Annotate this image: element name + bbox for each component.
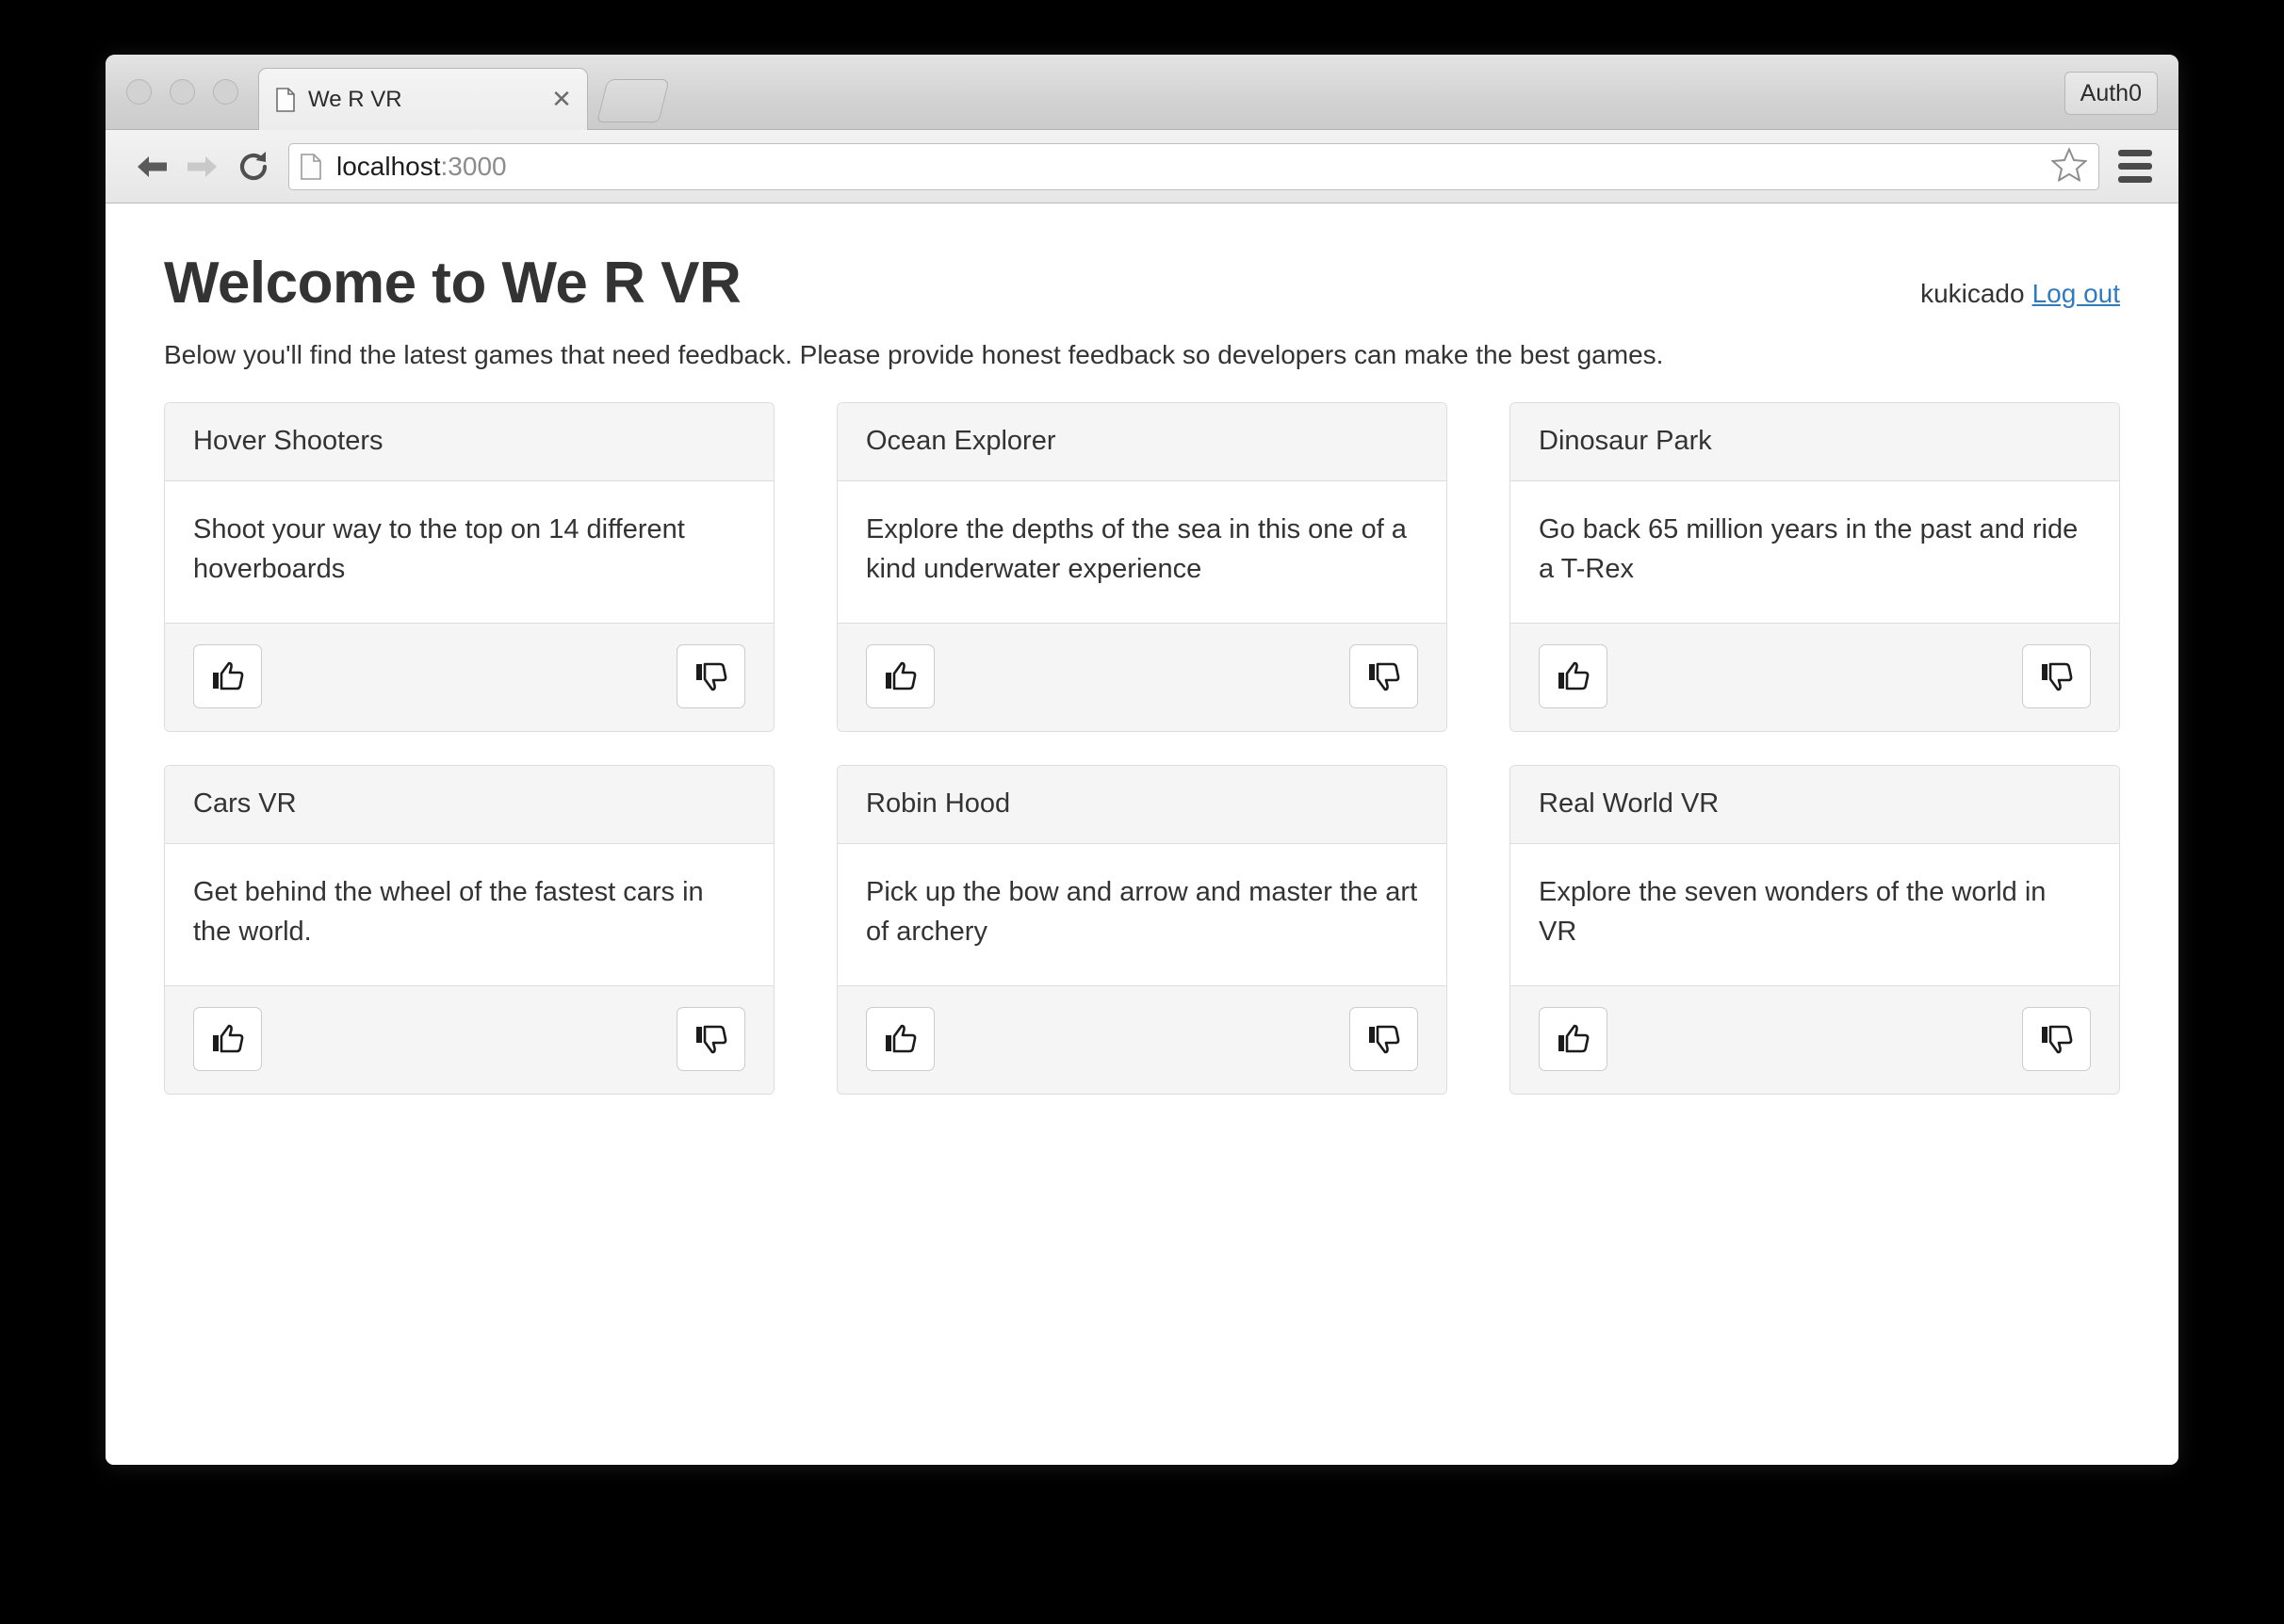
username-label: kukicado <box>1920 279 2025 308</box>
game-card-description: Explore the seven wonders of the world i… <box>1510 844 2119 986</box>
game-card-footer <box>838 623 1446 732</box>
auth0-extension-label: Auth0 <box>2080 79 2142 106</box>
auth0-extension-button[interactable]: Auth0 <box>2064 72 2158 115</box>
game-card-title: Hover Shooters <box>165 403 774 482</box>
game-card-footer <box>1510 985 2119 1095</box>
url-host: localhost <box>336 151 441 181</box>
menu-bar-2 <box>2118 163 2152 170</box>
browser-tab[interactable]: We R VR ✕ <box>258 68 588 131</box>
game-card: Hover Shooters Shoot your way to the top… <box>164 402 775 733</box>
game-card-description: Pick up the bow and arrow and master the… <box>838 844 1446 986</box>
page-title: Welcome to We R VR <box>164 251 742 316</box>
new-tab-button[interactable] <box>596 79 670 122</box>
document-icon <box>276 88 295 112</box>
game-card-title: Robin Hood <box>838 766 1446 845</box>
game-card: Robin Hood Pick up the bow and arrow and… <box>837 765 1447 1096</box>
game-card-footer <box>165 985 774 1095</box>
game-card-description: Get behind the wheel of the fastest cars… <box>165 844 774 986</box>
thumbs-down-icon[interactable] <box>677 644 745 709</box>
game-card: Cars VR Get behind the wheel of the fast… <box>164 765 775 1096</box>
menu-bar-1 <box>2118 150 2152 156</box>
thumbs-up-icon[interactable] <box>193 1007 262 1072</box>
thumbs-up-icon[interactable] <box>1539 644 1607 709</box>
tab-title: We R VR <box>308 87 402 112</box>
forward-arrow-icon <box>177 141 228 192</box>
maximize-button[interactable] <box>213 79 238 105</box>
thumbs-down-icon[interactable] <box>2022 1007 2091 1072</box>
minimize-button[interactable] <box>170 79 195 105</box>
reload-icon[interactable] <box>228 141 279 192</box>
page-content: Welcome to We R VR kukicado Log out Below… <box>106 203 2178 1465</box>
logout-link[interactable]: Log out <box>2032 279 2120 308</box>
game-card-footer <box>1510 623 2119 732</box>
back-arrow-icon[interactable] <box>126 141 177 192</box>
game-card-description: Explore the depths of the sea in this on… <box>838 481 1446 624</box>
url-bar[interactable]: localhost:3000 <box>288 142 2099 190</box>
thumbs-down-icon[interactable] <box>677 1007 745 1072</box>
close-button[interactable] <box>126 79 152 105</box>
user-session-area: kukicado Log out <box>1920 252 2120 309</box>
thumbs-up-icon[interactable] <box>1539 1007 1607 1072</box>
menu-bar-3 <box>2118 176 2152 183</box>
game-card: Ocean Explorer Explore the depths of the… <box>837 402 1447 733</box>
url-port: :3000 <box>440 151 507 181</box>
thumbs-down-icon[interactable] <box>2022 644 2091 709</box>
game-card-description: Go back 65 million years in the past and… <box>1510 481 2119 624</box>
star-icon[interactable] <box>2050 146 2088 186</box>
document-icon <box>301 153 321 180</box>
game-card-description: Shoot your way to the top on 14 differen… <box>165 481 774 624</box>
game-card-title: Real World VR <box>1510 766 2119 845</box>
browser-toolbar: localhost:3000 <box>106 130 2178 203</box>
thumbs-up-icon[interactable] <box>866 644 935 709</box>
thumbs-up-icon[interactable] <box>866 1007 935 1072</box>
thumbs-up-icon[interactable] <box>193 644 262 709</box>
game-card-grid: Hover Shooters Shoot your way to the top… <box>164 402 2120 1096</box>
game-card-title: Ocean Explorer <box>838 403 1446 482</box>
close-icon[interactable]: ✕ <box>549 87 574 112</box>
hamburger-menu-icon[interactable] <box>2113 144 2158 189</box>
url-text: localhost:3000 <box>336 152 507 182</box>
tab-strip: We R VR ✕ Auth0 <box>106 55 2178 131</box>
thumbs-down-icon[interactable] <box>1349 644 1418 709</box>
game-card: Real World VR Explore the seven wonders … <box>1509 765 2120 1096</box>
game-card-footer <box>838 985 1446 1095</box>
browser-window: We R VR ✕ Auth0 localhost:3000 Welcome t… <box>106 55 2178 1465</box>
game-card-title: Dinosaur Park <box>1510 403 2119 482</box>
game-card-footer <box>165 623 774 732</box>
game-card-title: Cars VR <box>165 766 774 845</box>
thumbs-down-icon[interactable] <box>1349 1007 1418 1072</box>
window-controls <box>126 79 238 105</box>
page-subtitle: Below you'll find the latest games that … <box>164 340 1664 370</box>
page-header: Welcome to We R VR kukicado Log out <box>164 252 2120 314</box>
game-card: Dinosaur Park Go back 65 million years i… <box>1509 402 2120 733</box>
